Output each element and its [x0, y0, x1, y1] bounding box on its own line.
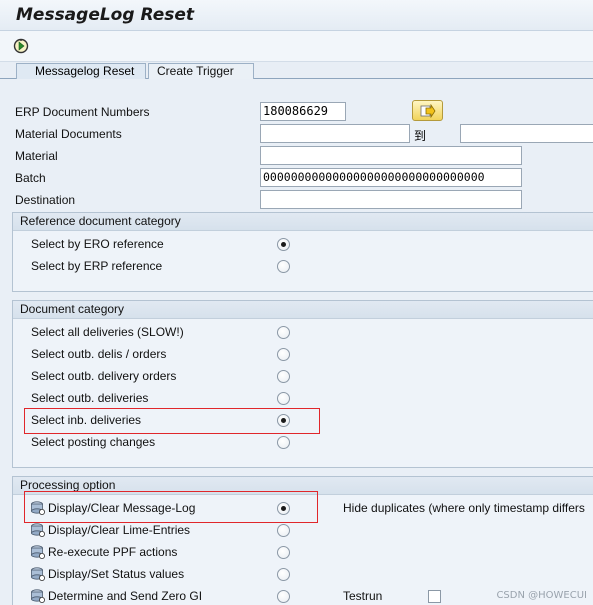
tab-create-trigger[interactable]: Create Trigger	[148, 63, 254, 79]
reexecute-ppf-icon	[31, 545, 45, 559]
doc-option-outb-delivery-orders-label: Select outb. delivery orders	[31, 369, 177, 383]
doc-option-outb-deliveries-radio[interactable]	[277, 392, 290, 405]
ref-doc-category-group: Reference document category	[12, 212, 593, 292]
watermark: CSDN @HOWECUI	[496, 590, 587, 601]
erp-doc-numbers-input[interactable]: 180086629	[260, 102, 346, 121]
material-docs-label: Material Documents	[15, 127, 122, 141]
doc-option-outb-delis-orders-radio[interactable]	[277, 348, 290, 361]
doc-option-outb-delis-orders-label: Select outb. delis / orders	[31, 347, 167, 361]
testrun-label: Testrun	[343, 589, 383, 603]
display-lime-icon	[31, 523, 45, 537]
zero-gi-icon	[31, 589, 45, 603]
arrow-right-icon	[420, 103, 435, 118]
execute-button[interactable]	[11, 37, 31, 55]
highlight-box-inb-deliveries	[24, 408, 320, 434]
erp-doc-numbers-label: ERP Document Numbers	[15, 105, 150, 119]
destination-label: Destination	[15, 193, 76, 207]
doc-option-all-radio[interactable]	[277, 326, 290, 339]
ref-option-ero-label: Select by ERO reference	[31, 237, 164, 251]
doc-option-posting-changes-label: Select posting changes	[31, 435, 156, 449]
tab-messagelog-reset[interactable]: Messagelog Reset	[16, 63, 146, 79]
ref-option-erp-label: Select by ERP reference	[31, 259, 163, 273]
destination-input[interactable]	[260, 190, 522, 209]
proc-option-display-status-label: Display/Set Status values	[48, 567, 185, 581]
material-docs-to-input[interactable]	[460, 124, 593, 143]
ref-doc-category-header: Reference document category	[13, 213, 593, 231]
proc-option-zero-gi-label: Determine and Send Zero GI	[48, 589, 203, 603]
proc-option-display-status-radio[interactable]	[277, 568, 290, 581]
title-bar: MessageLog Reset	[0, 0, 593, 31]
doc-option-outb-deliveries-label: Select outb. deliveries	[31, 391, 149, 405]
proc-option-zero-gi-radio[interactable]	[277, 590, 290, 603]
tab-strip: Messagelog Reset Create Trigger	[0, 62, 593, 79]
doc-option-all-label: Select all deliveries (SLOW!)	[31, 325, 184, 339]
doc-option-outb-delivery-orders-radio[interactable]	[277, 370, 290, 383]
material-docs-from-input[interactable]	[260, 124, 410, 143]
display-status-icon	[31, 567, 45, 581]
ref-option-erp-radio[interactable]	[277, 260, 290, 273]
ref-option-ero-radio[interactable]	[277, 238, 290, 251]
batch-input[interactable]: 00000000000000000000000000000000	[260, 168, 522, 187]
proc-option-reexecute-ppf-label: Re-execute PPF actions	[48, 545, 178, 559]
hide-duplicates-label: Hide duplicates (where only timestamp di…	[343, 501, 585, 515]
proc-option-reexecute-ppf-radio[interactable]	[277, 546, 290, 559]
execute-icon	[13, 38, 29, 54]
to-label: 到	[414, 129, 427, 143]
doc-category-header: Document category	[13, 301, 593, 319]
doc-option-posting-changes-radio[interactable]	[277, 436, 290, 449]
highlight-box-display-log	[24, 491, 318, 523]
material-input[interactable]	[260, 146, 522, 165]
batch-label: Batch	[15, 171, 46, 185]
testrun-checkbox[interactable]	[428, 590, 441, 603]
application-toolbar	[0, 31, 593, 62]
material-label: Material	[15, 149, 58, 163]
proc-option-display-lime-label: Display/Clear Lime-Entries	[48, 523, 191, 537]
multiple-selection-button[interactable]	[412, 100, 443, 121]
proc-option-display-lime-radio[interactable]	[277, 524, 290, 537]
page-title: MessageLog Reset	[16, 5, 195, 25]
